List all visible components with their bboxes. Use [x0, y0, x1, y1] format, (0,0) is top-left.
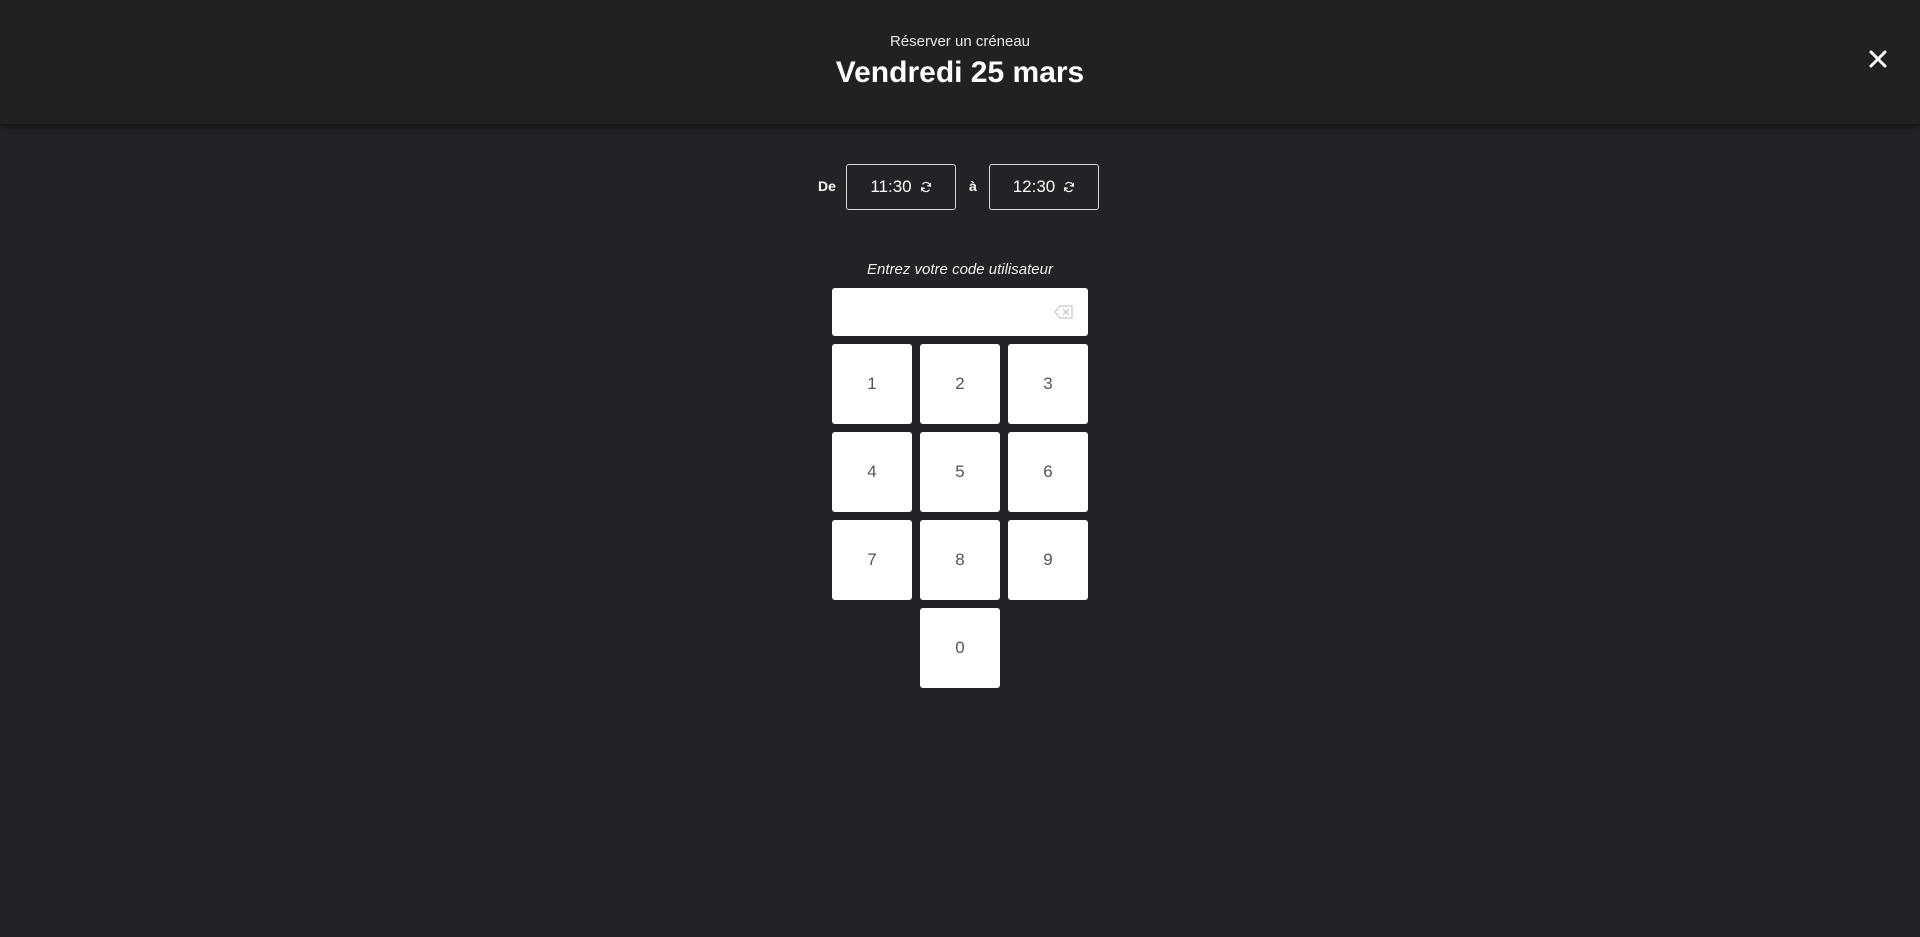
time-range: De 11:30 à 12:30: [0, 164, 1920, 212]
close-button[interactable]: [1866, 47, 1890, 71]
keypad-key-5[interactable]: 5: [920, 432, 1000, 512]
keypad-key-8[interactable]: 8: [920, 520, 1000, 600]
refresh-icon: [1063, 181, 1075, 193]
header: Réserver un créneau Vendredi 25 mars: [0, 0, 1920, 124]
backspace-icon[interactable]: [1054, 304, 1074, 320]
user-code-input[interactable]: [832, 288, 1042, 336]
keypad-key-1[interactable]: 1: [832, 344, 912, 424]
keypad-key-9[interactable]: 9: [1008, 520, 1088, 600]
keypad-key-2[interactable]: 2: [920, 344, 1000, 424]
keypad-key-3[interactable]: 3: [1008, 344, 1088, 424]
code-prompt: Entrez votre code utilisateur: [867, 261, 1053, 278]
end-time-picker[interactable]: 12:30: [989, 164, 1099, 210]
from-label: De: [818, 178, 836, 194]
end-time-value: 12:30: [1012, 177, 1056, 196]
keypad-key-6[interactable]: 6: [1008, 432, 1088, 512]
start-time-picker[interactable]: 11:30: [846, 164, 956, 210]
user-code-field[interactable]: [832, 288, 1088, 336]
keypad-key-0[interactable]: 0: [920, 608, 1000, 688]
keypad-key-7[interactable]: 7: [832, 520, 912, 600]
page-title: Vendredi 25 mars: [835, 56, 1085, 89]
refresh-icon: [920, 181, 932, 193]
close-icon[interactable]: [1866, 47, 1890, 71]
start-time-value: 11:30: [870, 177, 912, 196]
to-label: à: [969, 178, 977, 194]
page-subtitle: Réserver un créneau: [889, 33, 1031, 50]
keypad-key-4[interactable]: 4: [832, 432, 912, 512]
